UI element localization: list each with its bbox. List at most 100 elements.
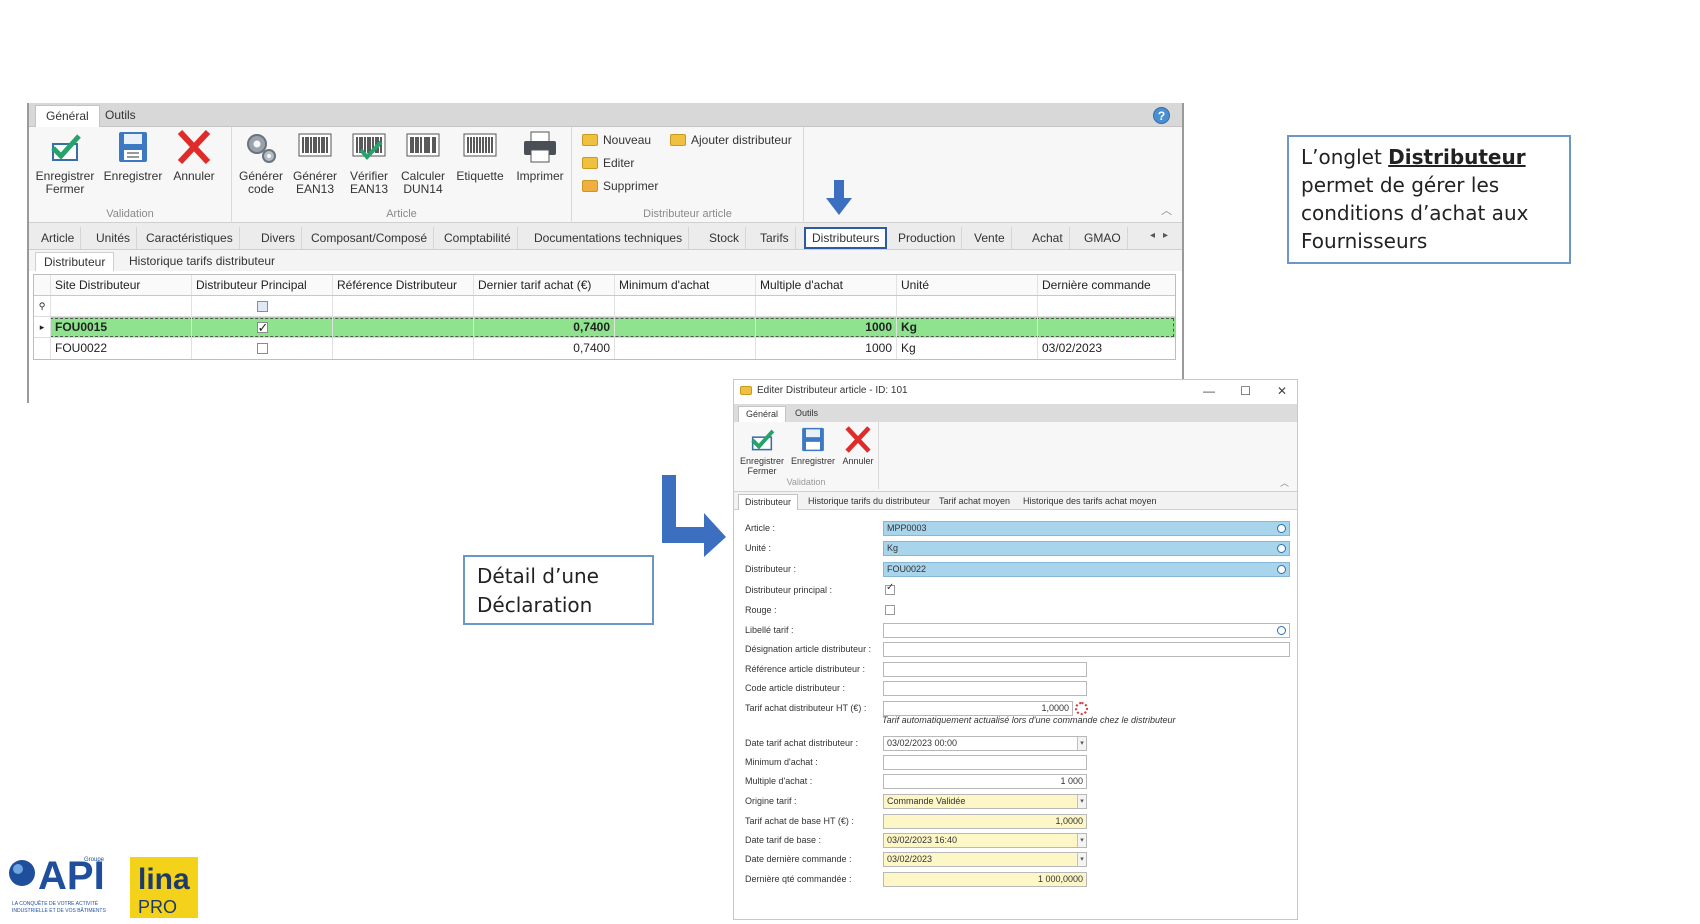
save-close-button[interactable]: Enregistrer Fermer (35, 130, 95, 196)
minimize-icon[interactable]: — (1203, 380, 1215, 402)
cell-tarif[interactable]: 0,7400 (474, 317, 615, 337)
unite-field[interactable]: Kg (883, 541, 1290, 556)
cell-derniere[interactable]: 03/02/2023 (1038, 338, 1177, 359)
cell-unite[interactable]: Kg (897, 338, 1038, 359)
dropdown-icon[interactable]: ▾ (1077, 834, 1086, 847)
code-input[interactable] (883, 681, 1087, 696)
refresh-icon[interactable] (1075, 702, 1088, 715)
cancel-button[interactable]: Annuler (169, 129, 219, 183)
tab-stock[interactable]: Stock (703, 227, 747, 249)
dropdown-icon[interactable]: ▾ (1077, 737, 1086, 750)
close-window-icon[interactable]: ✕ (1277, 380, 1287, 402)
date-base-input[interactable]: 03/02/2023 16:40 ▾ (883, 833, 1087, 848)
subtab-historique[interactable]: Historique tarifs distributeur (121, 252, 283, 271)
tab-documentations[interactable]: Documentations techniques (528, 227, 690, 249)
rouge-checkbox[interactable] (885, 605, 895, 615)
libelle-input[interactable] (883, 623, 1290, 638)
dialog-subtab-historique-moyen[interactable]: Historique des tarifs achat moyen (1017, 494, 1163, 510)
tab-vente[interactable]: Vente (968, 227, 1012, 249)
cell-tarif[interactable]: 0,7400 (474, 338, 615, 359)
picker-icon[interactable] (1277, 524, 1286, 533)
cell-reference[interactable] (333, 317, 474, 337)
dialog-ribbon-collapse-icon[interactable]: ︿ (1280, 476, 1289, 489)
filter-derniere[interactable] (1038, 296, 1177, 316)
label-button[interactable]: Etiquette (452, 130, 508, 183)
help-icon[interactable]: ? (1153, 107, 1170, 124)
save-button[interactable]: Enregistrer (103, 130, 163, 183)
cell-minimum[interactable] (615, 317, 756, 337)
compute-dun14-button[interactable]: Calculer DUN14 (398, 130, 448, 196)
generate-ean13-button[interactable]: Générer EAN13 (290, 130, 340, 196)
cell-site[interactable]: FOU0022 (51, 338, 192, 359)
col-reference[interactable]: Référence Distributeur (333, 275, 474, 295)
tab-nav-arrows[interactable]: ◂▸ (1150, 230, 1176, 241)
cell-principal[interactable] (192, 317, 333, 337)
tab-unites[interactable]: Unités (90, 227, 138, 249)
ribbon-tab-outils[interactable]: Outils (95, 105, 146, 127)
cell-unite[interactable]: Kg (897, 317, 1038, 337)
new-button[interactable]: Nouveau (582, 133, 651, 147)
tab-comptabilite[interactable]: Comptabilité (438, 227, 518, 249)
edit-button[interactable]: Editer (582, 156, 634, 170)
dialog-tab-outils[interactable]: Outils (788, 406, 825, 422)
dropdown-icon[interactable]: ▾ (1077, 795, 1086, 808)
picker-icon[interactable] (1277, 626, 1286, 635)
maximize-icon[interactable]: ☐ (1240, 380, 1251, 402)
dialog-subtab-tarif-moyen[interactable]: Tarif achat moyen (933, 494, 1016, 510)
col-multiple[interactable]: Multiple d'achat (756, 275, 897, 295)
cell-principal[interactable] (192, 338, 333, 359)
tab-production[interactable]: Production (892, 227, 963, 249)
cell-minimum[interactable] (615, 338, 756, 359)
distributeur-field[interactable]: FOU0022 (883, 562, 1290, 577)
tab-achat[interactable]: Achat (1026, 227, 1070, 249)
subtab-distributeur[interactable]: Distributeur (35, 252, 115, 271)
picker-icon[interactable] (1277, 544, 1286, 553)
cell-multiple[interactable]: 1000 (756, 317, 897, 337)
cell-site[interactable]: FOU0015 (51, 317, 192, 337)
col-unite[interactable]: Unité (897, 275, 1038, 295)
filter-minimum[interactable] (615, 296, 756, 316)
filter-site[interactable] (51, 296, 192, 316)
col-site[interactable]: Site Distributeur (51, 275, 192, 295)
picker-icon[interactable] (1277, 565, 1286, 574)
tab-tarifs[interactable]: Tarifs (754, 227, 796, 249)
table-row[interactable]: ▸ FOU0015 0,7400 1000 Kg (34, 317, 1175, 338)
dialog-subtab-distributeur[interactable]: Distributeur (738, 494, 799, 510)
cell-reference[interactable] (333, 338, 474, 359)
filter-reference[interactable] (333, 296, 474, 316)
qte-input[interactable]: 1 000,0000 (883, 872, 1087, 887)
delete-button[interactable]: Supprimer (582, 179, 658, 193)
ribbon-collapse-icon[interactable]: ︿ (1161, 202, 1172, 218)
print-button[interactable]: Imprimer (512, 130, 568, 183)
multiple-input[interactable]: 1 000 (883, 774, 1087, 789)
tarif-base-input[interactable]: 1,0000 (883, 814, 1087, 829)
verify-ean13-button[interactable]: Vérifier EAN13 (344, 130, 394, 196)
tab-divers[interactable]: Divers (255, 227, 303, 249)
tab-gmao[interactable]: GMAO (1078, 227, 1128, 249)
filter-principal[interactable] (192, 296, 333, 316)
tab-distributeurs[interactable]: Distributeurs (804, 227, 888, 249)
date-tarif-input[interactable]: 03/02/2023 00:00 ▾ (883, 736, 1087, 751)
cell-multiple[interactable]: 1000 (756, 338, 897, 359)
col-principal[interactable]: Distributeur Principal (192, 275, 333, 295)
article-field[interactable]: MPP0003 (883, 521, 1290, 536)
col-minimum[interactable]: Minimum d'achat (615, 275, 756, 295)
origine-select[interactable]: Commande Validée ▾ (883, 794, 1087, 809)
dropdown-icon[interactable]: ▾ (1077, 853, 1086, 866)
tab-article[interactable]: Article (35, 227, 82, 249)
tab-caracteristiques[interactable]: Caractéristiques (140, 227, 240, 249)
principal-checkbox[interactable] (256, 343, 268, 355)
col-tarif[interactable]: Dernier tarif achat (€) (474, 275, 615, 295)
principal-checkbox[interactable] (885, 582, 895, 595)
filter-unite[interactable] (897, 296, 1038, 316)
add-distributor-button[interactable]: Ajouter distributeur (670, 133, 792, 147)
date-commande-input[interactable]: 03/02/2023 ▾ (883, 852, 1087, 867)
reference-input[interactable] (883, 662, 1087, 677)
filter-multiple[interactable] (756, 296, 897, 316)
generate-code-button[interactable]: Générer code (236, 130, 286, 196)
designation-input[interactable] (883, 642, 1290, 657)
col-derniere-commande[interactable]: Dernière commande (1038, 275, 1177, 295)
dialog-subtab-historique[interactable]: Historique tarifs du distributeur (802, 494, 936, 510)
table-row[interactable]: FOU0022 0,7400 1000 Kg 03/02/2023 (34, 338, 1175, 359)
filter-tarif[interactable] (474, 296, 615, 316)
